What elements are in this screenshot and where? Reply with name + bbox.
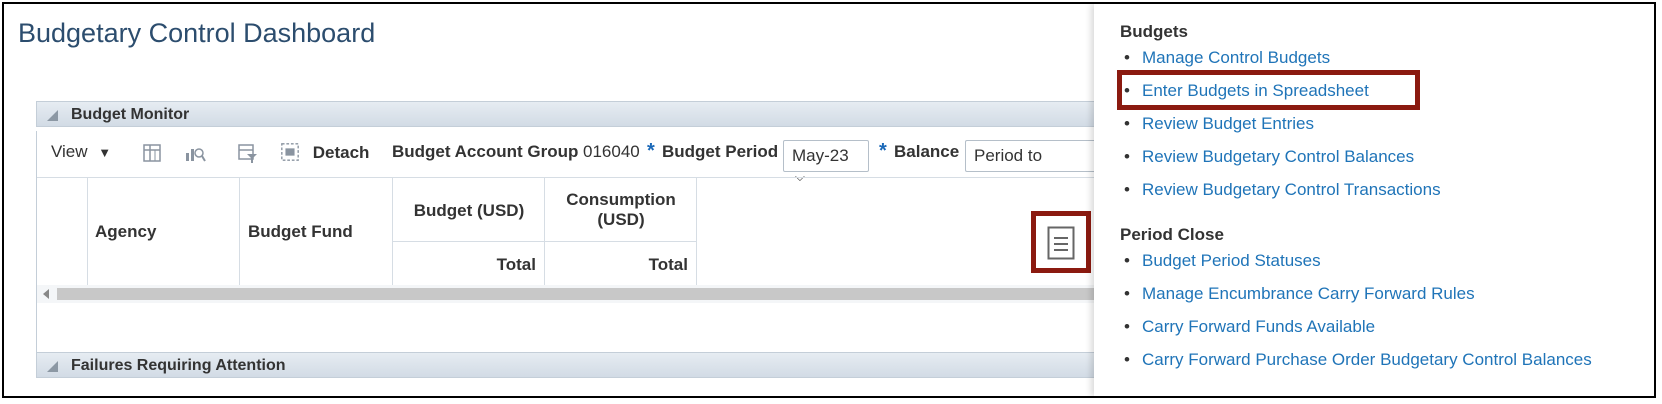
filter-rows-icon[interactable] [237, 143, 259, 165]
budget-period-value: May-23 [792, 146, 849, 165]
budget-monitor-header[interactable]: Budget Monitor [36, 101, 1096, 127]
budget-monitor-toolbar: View ▼ Detach Budget Account Group 01604… [37, 131, 1097, 184]
screenshot-frame: Budgetary Control Dashboard Budget Monit… [2, 2, 1656, 398]
budget-usd-header: Budget (USD) [413, 201, 525, 220]
tasks-panel: Budgets Manage Control Budgets Enter Bud… [1094, 4, 1654, 396]
task-link-enter-budgets-in-spreadsheet[interactable]: Enter Budgets in Spreadsheet [1124, 81, 1369, 101]
budgets-section-title: Budgets [1120, 22, 1188, 41]
agency-header: Agency [95, 222, 157, 241]
budget-total-header: Total [496, 255, 536, 274]
scrollbar-thumb[interactable] [57, 288, 1095, 300]
chart-search-icon[interactable] [184, 143, 206, 165]
required-marker: * [647, 140, 655, 162]
balance-value: Period to [974, 146, 1043, 165]
budget-usd-column[interactable]: Budget (USD) Total [393, 178, 545, 286]
task-link-manage-encumbrance-carry-forward-rules[interactable]: Manage Encumbrance Carry Forward Rules [1124, 284, 1475, 304]
period-close-section-title: Period Close [1120, 225, 1224, 244]
detach-label: Detach [312, 143, 370, 162]
row-selector-column [37, 178, 88, 286]
detach-icon [281, 143, 299, 161]
freeze-columns-icon[interactable] [141, 143, 163, 165]
page-title: Budgetary Control Dashboard [18, 18, 376, 48]
scroll-left-arrow-icon[interactable] [43, 289, 49, 299]
view-menu[interactable]: View ▼ [51, 142, 111, 162]
task-link-budget-period-statuses[interactable]: Budget Period Statuses [1124, 251, 1321, 271]
header-divider [392, 241, 697, 242]
agency-column[interactable]: Agency [88, 178, 240, 286]
budget-monitor-body: View ▼ Detach Budget Account Group 01604… [36, 131, 1097, 367]
budget-fund-column[interactable]: Budget Fund [240, 178, 393, 286]
task-link-review-budgetary-control-transactions[interactable]: Review Budgetary Control Transactions [1124, 180, 1441, 200]
task-link-review-budgetary-control-balances[interactable]: Review Budgetary Control Balances [1124, 147, 1414, 167]
collapse-triangle-icon[interactable] [47, 361, 58, 372]
collapse-triangle-icon[interactable] [47, 110, 58, 121]
detach-button[interactable]: Detach [280, 142, 369, 163]
balance-select[interactable]: Period to [965, 140, 1097, 172]
failures-header[interactable]: Failures Requiring Attention [36, 352, 1096, 378]
tasks-document-icon[interactable] [1047, 226, 1075, 260]
horizontal-scrollbar[interactable] [37, 285, 1095, 303]
budget-period-select[interactable]: May-23 ⌵ [783, 140, 869, 184]
task-link-review-budget-entries[interactable]: Review Budget Entries [1124, 114, 1314, 134]
budget-account-group-value[interactable]: 016040 [583, 142, 640, 162]
balance-label: Balance [894, 142, 960, 161]
consumption-total-header: Total [648, 255, 688, 274]
budget-account-group-label: Budget Account Group [392, 142, 579, 161]
caret-down-icon: ▼ [98, 145, 112, 160]
budget-monitor-table: Agency Budget Fund Budget (USD) Total Co… [37, 177, 1095, 287]
required-marker: * [879, 140, 887, 162]
task-link-carry-forward-po-budgetary-control-balances[interactable]: Carry Forward Purchase Order Budgetary C… [1124, 350, 1592, 370]
consumption-usd-column[interactable]: Consumption (USD) Total [545, 178, 697, 286]
task-link-manage-control-budgets[interactable]: Manage Control Budgets [1124, 48, 1330, 68]
consumption-usd-header: Consumption (USD) [566, 190, 676, 229]
view-label: View [51, 142, 88, 161]
budget-monitor-title: Budget Monitor [71, 106, 190, 123]
task-link-carry-forward-funds-available[interactable]: Carry Forward Funds Available [1124, 317, 1375, 337]
failures-title: Failures Requiring Attention [71, 357, 286, 374]
budget-period-label: Budget Period [662, 142, 779, 161]
budget-fund-header: Budget Fund [248, 222, 353, 241]
